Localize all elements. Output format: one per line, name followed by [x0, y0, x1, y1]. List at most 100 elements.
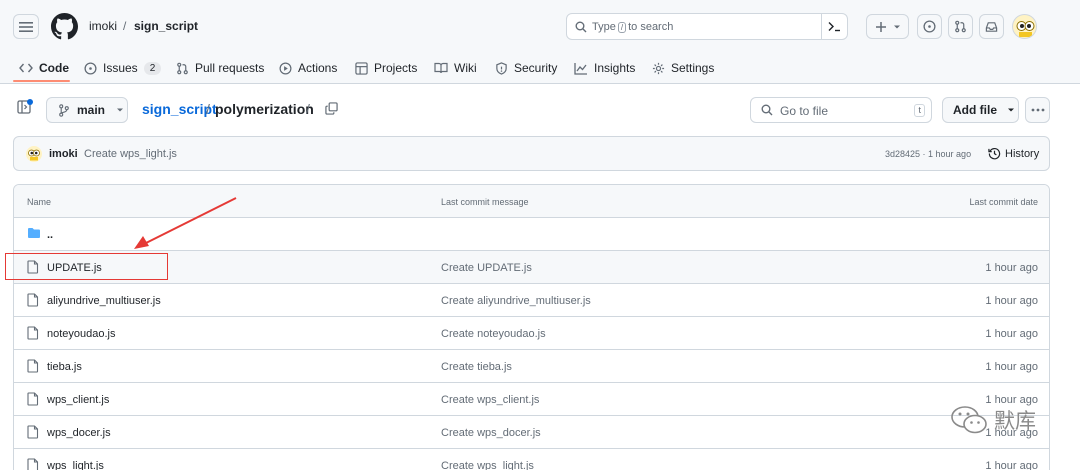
- user-avatar[interactable]: [1012, 14, 1037, 39]
- kebab-horizontal-icon: [1031, 108, 1044, 112]
- file-icon: [27, 458, 39, 470]
- column-header-last-commit-date: Last commit date: [969, 197, 1038, 207]
- folder-icon: [27, 227, 41, 239]
- copy-icon: [325, 102, 338, 115]
- tab-projects[interactable]: Projects: [355, 56, 417, 80]
- issue-opened-icon: [84, 61, 97, 75]
- git-pull-request-icon: [177, 62, 188, 74]
- file-commit-date: 1 hour ago: [985, 295, 1038, 307]
- notification-dot: [27, 99, 33, 105]
- file-commit-date: 1 hour ago: [985, 460, 1038, 470]
- tab-issues[interactable]: Issues 2: [84, 56, 162, 80]
- table-row[interactable]: noteyoudao.js Create noteyoudao.js 1 hou…: [14, 317, 1049, 350]
- file-name-link[interactable]: aliyundrive_multiuser.js: [47, 295, 161, 307]
- table-row[interactable]: aliyundrive_multiuser.js Create aliyundr…: [14, 284, 1049, 317]
- column-header-last-commit-message: Last commit message: [441, 197, 529, 207]
- tab-label: Code: [39, 61, 69, 75]
- command-palette-button[interactable]: [821, 14, 847, 39]
- commit-message-link[interactable]: Create wps_light.js: [84, 148, 177, 160]
- inbox-icon: [985, 21, 998, 32]
- tab-wiki[interactable]: Wiki: [434, 56, 477, 80]
- breadcrumb-current-folder: polymerization: [215, 101, 314, 117]
- copy-path-button[interactable]: [325, 102, 338, 115]
- latest-commit-bar: imoki Create wps_light.js 3d28425 · 1 ho…: [13, 136, 1050, 171]
- annotation-highlight-box: [5, 253, 168, 280]
- branch-select-button[interactable]: main: [46, 97, 128, 123]
- global-search-input[interactable]: Type / to search: [566, 13, 848, 40]
- file-commit-message-link[interactable]: Create wps_light.js: [441, 460, 534, 470]
- commit-sha-time[interactable]: 3d28425 · 1 hour ago: [885, 149, 971, 159]
- table-row[interactable]: wps_light.js Create wps_light.js 1 hour …: [14, 449, 1049, 470]
- tab-settings[interactable]: Settings: [652, 56, 714, 80]
- watermark-text: 默库: [994, 409, 1036, 433]
- caret-down-icon: [893, 25, 900, 28]
- tab-label: Pull requests: [195, 61, 265, 75]
- file-commit-message-link[interactable]: Create wps_docer.js: [441, 427, 541, 439]
- search-shortcut-key: /: [617, 22, 627, 33]
- terminal-icon: [828, 22, 840, 32]
- search-placeholder: Type / to search: [592, 21, 674, 33]
- file-name-link[interactable]: noteyoudao.js: [47, 328, 116, 340]
- shield-icon: [496, 61, 507, 75]
- branch-name: main: [77, 103, 106, 117]
- tab-label: Wiki: [454, 61, 477, 75]
- go-to-file-placeholder: Go to file: [780, 104, 829, 118]
- file-name-link[interactable]: wps_docer.js: [47, 427, 111, 439]
- inbox-button[interactable]: [979, 14, 1004, 39]
- parent-directory-row[interactable]: ..: [14, 218, 1049, 251]
- create-new-button[interactable]: [866, 14, 909, 39]
- history-link[interactable]: History: [988, 147, 1039, 160]
- parent-directory-link[interactable]: ..: [47, 229, 53, 241]
- plus-icon: [875, 21, 886, 32]
- tab-insights[interactable]: Insights: [574, 56, 635, 80]
- repo-owner-link[interactable]: imoki: [89, 19, 117, 33]
- table-row[interactable]: UPDATE.js Create UPDATE.js 1 hour ago: [14, 251, 1049, 284]
- tab-label: Settings: [671, 61, 715, 75]
- go-to-file-input[interactable]: Go to file t: [750, 97, 932, 123]
- commit-author-avatar[interactable]: [26, 146, 42, 162]
- git-pull-request-icon: [955, 20, 966, 33]
- tab-label: Issues: [103, 61, 138, 75]
- file-icon: [27, 359, 39, 373]
- go-to-file-shortcut: t: [914, 104, 925, 117]
- tab-pull-requests[interactable]: Pull requests: [176, 56, 264, 80]
- file-commit-message-link[interactable]: Create noteyoudao.js: [441, 328, 546, 340]
- wechat-logo-icon: [951, 406, 987, 434]
- tab-code[interactable]: Code: [19, 56, 69, 80]
- file-name-link[interactable]: wps_light.js: [47, 460, 104, 470]
- file-commit-date: 1 hour ago: [985, 262, 1038, 274]
- caret-down-icon: [1008, 108, 1014, 112]
- history-label: History: [1005, 147, 1040, 160]
- column-header-name: Name: [27, 197, 52, 207]
- gear-icon: [652, 62, 665, 74]
- table-row[interactable]: wps_client.js Create wps_client.js 1 hou…: [14, 383, 1049, 416]
- file-commit-message-link[interactable]: Create wps_client.js: [441, 394, 539, 406]
- issues-button[interactable]: [917, 14, 942, 39]
- breadcrumb-separator: /: [206, 101, 210, 117]
- file-commit-date: 1 hour ago: [985, 361, 1038, 373]
- file-name-link[interactable]: tieba.js: [47, 361, 82, 373]
- caret-down-icon: [117, 108, 124, 112]
- book-icon: [434, 62, 448, 74]
- file-commit-message-link[interactable]: Create UPDATE.js: [441, 262, 532, 274]
- more-options-button[interactable]: [1025, 97, 1050, 123]
- add-file-button[interactable]: Add file: [942, 97, 1019, 123]
- play-icon: [279, 62, 292, 74]
- menu-button[interactable]: [13, 14, 39, 39]
- tab-security[interactable]: Security: [495, 56, 557, 80]
- tab-label: Actions: [298, 61, 338, 75]
- github-logo-icon[interactable]: [51, 13, 78, 40]
- repo-name-link[interactable]: sign_script: [134, 19, 198, 33]
- file-icon: [27, 293, 39, 307]
- code-icon: [19, 63, 33, 73]
- table-row[interactable]: wps_docer.js Create wps_docer.js 1 hour …: [14, 416, 1049, 449]
- file-commit-message-link[interactable]: Create tieba.js: [441, 361, 512, 373]
- commit-author-link[interactable]: imoki: [49, 148, 78, 160]
- tab-actions[interactable]: Actions: [279, 56, 337, 80]
- table-row[interactable]: tieba.js Create tieba.js 1 hour ago: [14, 350, 1049, 383]
- tab-label: Projects: [374, 61, 418, 75]
- pull-requests-button[interactable]: [948, 14, 973, 39]
- tab-label: Insights: [594, 61, 636, 75]
- file-name-link[interactable]: wps_client.js: [47, 394, 109, 406]
- file-commit-message-link[interactable]: Create aliyundrive_multiuser.js: [441, 295, 591, 307]
